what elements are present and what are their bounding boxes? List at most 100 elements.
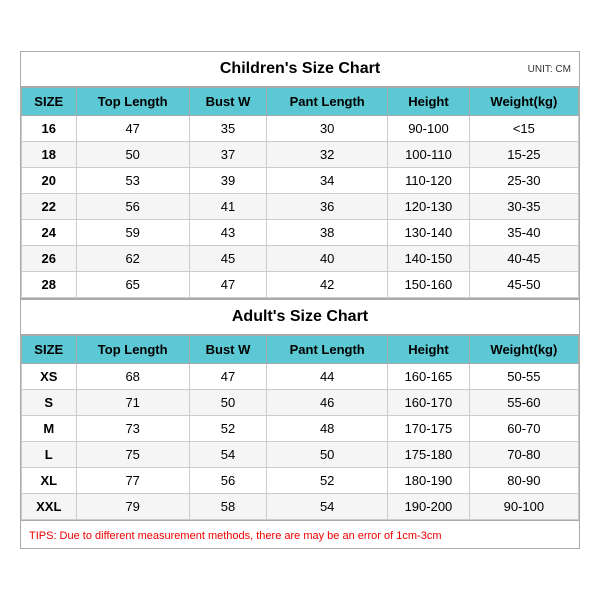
adults-table-body: XS684744160-16550-55S715046160-17055-60M…: [22, 364, 579, 520]
table-cell: 77: [76, 468, 189, 494]
table-cell: 45: [189, 246, 266, 272]
adults-table: SIZETop LengthBust WPant LengthHeightWei…: [21, 335, 579, 520]
table-cell: XXL: [22, 494, 77, 520]
table-row: 1647353090-100<15: [22, 116, 579, 142]
table-cell: 50: [76, 142, 189, 168]
table-cell: 100-110: [388, 142, 470, 168]
table-row: XXL795854190-20090-100: [22, 494, 579, 520]
table-cell: 59: [76, 220, 189, 246]
table-cell: 90-100: [388, 116, 470, 142]
table-cell: 75: [76, 442, 189, 468]
table-cell: 20: [22, 168, 77, 194]
adults-col-header: Height: [388, 336, 470, 364]
children-col-header: Height: [388, 88, 470, 116]
table-cell: 53: [76, 168, 189, 194]
table-cell: 42: [267, 272, 388, 298]
table-cell: 43: [189, 220, 266, 246]
children-table: SIZETop LengthBust WPant LengthHeightWei…: [21, 87, 579, 298]
table-cell: 25-30: [469, 168, 578, 194]
children-col-header: Bust W: [189, 88, 266, 116]
table-cell: XL: [22, 468, 77, 494]
adults-col-header: SIZE: [22, 336, 77, 364]
table-cell: 90-100: [469, 494, 578, 520]
table-cell: 52: [267, 468, 388, 494]
children-header-row: SIZETop LengthBust WPant LengthHeightWei…: [22, 88, 579, 116]
table-cell: 30-35: [469, 194, 578, 220]
adults-col-header: Pant Length: [267, 336, 388, 364]
adults-header-row: SIZETop LengthBust WPant LengthHeightWei…: [22, 336, 579, 364]
table-cell: 71: [76, 390, 189, 416]
table-cell: 36: [267, 194, 388, 220]
table-cell: 54: [189, 442, 266, 468]
table-cell: 37: [189, 142, 266, 168]
adults-col-header: Weight(kg): [469, 336, 578, 364]
table-row: 18503732100-11015-25: [22, 142, 579, 168]
table-cell: 47: [189, 272, 266, 298]
table-cell: 41: [189, 194, 266, 220]
children-col-header: Pant Length: [267, 88, 388, 116]
table-cell: 30: [267, 116, 388, 142]
table-row: XL775652180-19080-90: [22, 468, 579, 494]
children-table-body: 1647353090-100<1518503732100-11015-25205…: [22, 116, 579, 298]
children-col-header: Weight(kg): [469, 88, 578, 116]
table-cell: 50: [267, 442, 388, 468]
table-cell: 24: [22, 220, 77, 246]
table-cell: 47: [76, 116, 189, 142]
tips-row: TIPS: Due to different measurement metho…: [21, 520, 579, 548]
table-cell: 150-160: [388, 272, 470, 298]
table-cell: 32: [267, 142, 388, 168]
table-cell: 175-180: [388, 442, 470, 468]
table-cell: 35-40: [469, 220, 578, 246]
table-cell: 34: [267, 168, 388, 194]
table-cell: 110-120: [388, 168, 470, 194]
table-cell: 160-165: [388, 364, 470, 390]
table-cell: 130-140: [388, 220, 470, 246]
adults-section-title-row: Adult's Size Chart: [21, 298, 579, 335]
table-row: M735248170-17560-70: [22, 416, 579, 442]
table-row: L755450175-18070-80: [22, 442, 579, 468]
table-cell: 70-80: [469, 442, 578, 468]
table-cell: 28: [22, 272, 77, 298]
table-cell: 18: [22, 142, 77, 168]
tips-text: TIPS: Due to different measurement metho…: [29, 530, 441, 542]
table-cell: 120-130: [388, 194, 470, 220]
adults-col-header: Top Length: [76, 336, 189, 364]
table-cell: 68: [76, 364, 189, 390]
table-cell: 180-190: [388, 468, 470, 494]
children-section-title-row: Children's Size Chart UNIT: CM: [21, 52, 579, 87]
table-cell: 170-175: [388, 416, 470, 442]
adults-col-header: Bust W: [189, 336, 266, 364]
table-cell: 50-55: [469, 364, 578, 390]
table-cell: 56: [76, 194, 189, 220]
table-cell: 140-150: [388, 246, 470, 272]
table-cell: 190-200: [388, 494, 470, 520]
table-cell: 79: [76, 494, 189, 520]
table-cell: S: [22, 390, 77, 416]
adults-title: Adult's Size Chart: [232, 308, 368, 326]
table-cell: XS: [22, 364, 77, 390]
adults-table-header: SIZETop LengthBust WPant LengthHeightWei…: [22, 336, 579, 364]
table-cell: 52: [189, 416, 266, 442]
table-cell: L: [22, 442, 77, 468]
table-cell: 50: [189, 390, 266, 416]
table-row: 26624540140-15040-45: [22, 246, 579, 272]
table-row: 22564136120-13030-35: [22, 194, 579, 220]
unit-label: UNIT: CM: [528, 64, 571, 75]
children-title: Children's Size Chart: [220, 60, 380, 78]
table-cell: 26: [22, 246, 77, 272]
table-cell: 38: [267, 220, 388, 246]
table-cell: 60-70: [469, 416, 578, 442]
table-row: S715046160-17055-60: [22, 390, 579, 416]
table-cell: 80-90: [469, 468, 578, 494]
table-cell: 22: [22, 194, 77, 220]
table-cell: 47: [189, 364, 266, 390]
table-row: 28654742150-16045-50: [22, 272, 579, 298]
table-cell: 48: [267, 416, 388, 442]
table-cell: 58: [189, 494, 266, 520]
table-cell: 56: [189, 468, 266, 494]
table-cell: 54: [267, 494, 388, 520]
table-cell: 16: [22, 116, 77, 142]
children-table-header: SIZETop LengthBust WPant LengthHeightWei…: [22, 88, 579, 116]
table-cell: 39: [189, 168, 266, 194]
table-cell: 40: [267, 246, 388, 272]
